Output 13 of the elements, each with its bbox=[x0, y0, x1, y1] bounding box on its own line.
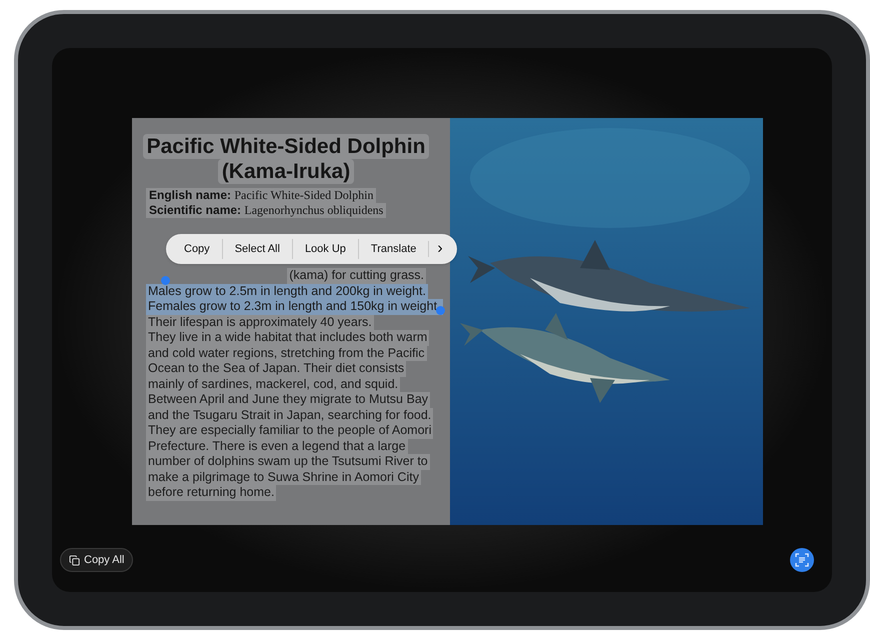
poster-title: (Kama-Iruka) bbox=[218, 159, 354, 184]
menu-item[interactable]: Copy bbox=[172, 239, 222, 259]
menu-item[interactable]: Select All bbox=[222, 239, 292, 259]
more-button[interactable]: › bbox=[428, 241, 451, 257]
copy-all-button[interactable]: Copy All bbox=[60, 548, 134, 572]
live-text-button[interactable] bbox=[790, 548, 814, 572]
selection-handle bbox=[161, 276, 170, 285]
selection-handle bbox=[436, 306, 445, 315]
menu-item[interactable]: Look Up bbox=[292, 239, 358, 259]
poster-title: Pacific White-Sided Dolphin bbox=[142, 134, 430, 159]
copy-icon bbox=[69, 554, 80, 566]
text-scan-icon bbox=[795, 553, 809, 567]
menu-item[interactable]: Translate bbox=[358, 239, 428, 259]
